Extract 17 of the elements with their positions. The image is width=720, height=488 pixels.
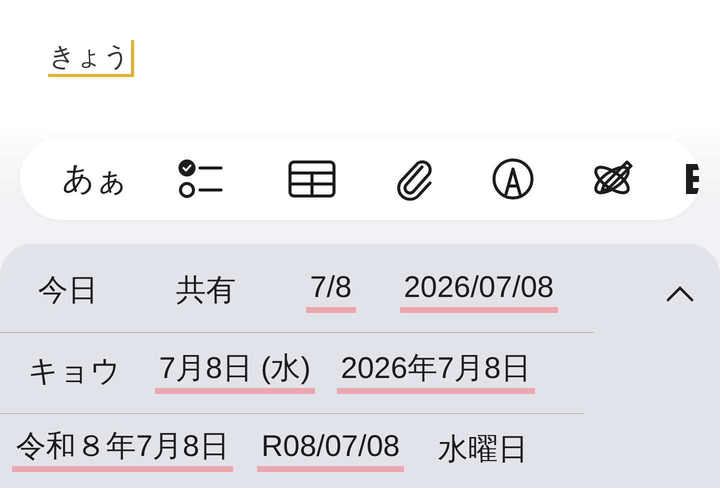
- input-text[interactable]: きょう: [48, 40, 134, 77]
- checklist-icon[interactable]: [178, 158, 224, 199]
- chevron-icon[interactable]: [666, 286, 694, 302]
- table-icon[interactable]: [288, 160, 336, 198]
- candidate[interactable]: 令和８年7月8日: [12, 430, 234, 472]
- pen-circle-icon[interactable]: [492, 158, 534, 200]
- candidate[interactable]: R08/07/08: [257, 430, 404, 472]
- candidate[interactable]: 共有: [172, 274, 240, 310]
- candidate[interactable]: 7/8: [306, 271, 356, 313]
- partial-icon[interactable]: [686, 164, 700, 194]
- keyboard-mode-button[interactable]: あぁ: [62, 156, 122, 201]
- candidate[interactable]: 7月8日 (水): [155, 352, 315, 394]
- candidate[interactable]: 水曜日: [434, 433, 532, 469]
- candidate[interactable]: 2026/07/08: [400, 271, 558, 313]
- candidate[interactable]: 2026年7月8日: [336, 352, 535, 394]
- candidate[interactable]: キョウ: [24, 355, 125, 391]
- candidate[interactable]: 今日: [34, 274, 102, 310]
